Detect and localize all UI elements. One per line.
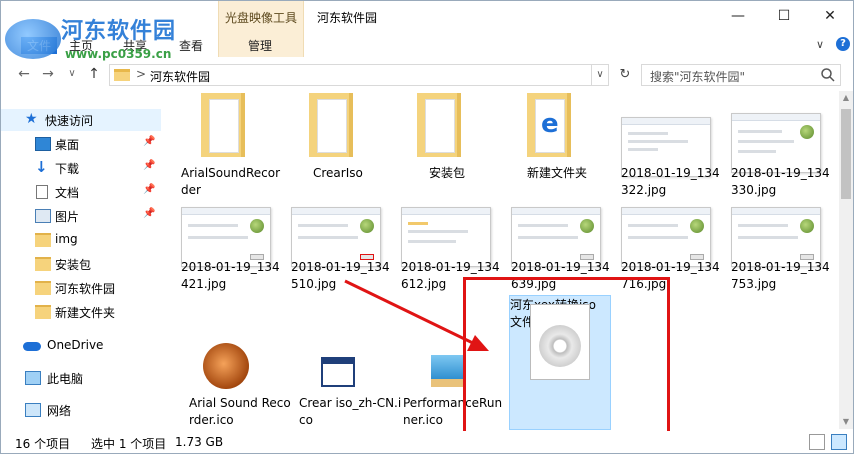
status-bar: 16 个项目 选中 1 个项目 1.73 GB	[1, 431, 853, 453]
scroll-up-icon[interactable]: ▲	[841, 93, 851, 102]
selection-size: 1.73 GB	[175, 435, 224, 449]
scrollbar-thumb[interactable]	[841, 109, 851, 199]
item-count: 16 个项目	[15, 437, 71, 451]
annotation-highlight-box	[463, 277, 670, 439]
annotation-arrow	[344, 279, 489, 351]
scroll-down-icon[interactable]: ▼	[841, 417, 851, 426]
vertical-scrollbar[interactable]: ▲ ▼	[839, 91, 853, 429]
details-view-icon[interactable]	[809, 434, 825, 450]
large-icons-view-icon[interactable]	[831, 434, 847, 450]
explorer-window: 光盘映像工具 河东软件园 — ☐ ✕ 文件 主页 共享 查看 管理 ∨ ? 河东…	[0, 0, 854, 454]
selection-count: 选中 1 个项目	[91, 437, 167, 451]
